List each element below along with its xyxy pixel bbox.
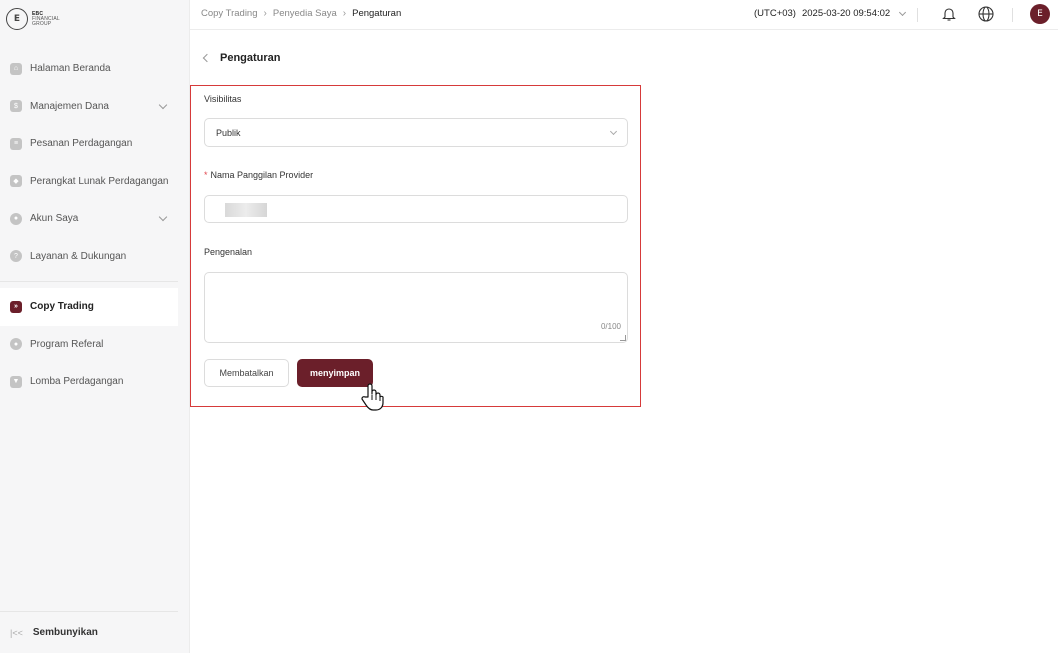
chevron-down-icon	[158, 100, 168, 109]
chevron-right-icon: ›	[263, 8, 267, 19]
sidebar-item-label: Copy Trading	[30, 301, 94, 313]
sidebar-item-fund-management[interactable]: $ Manajemen Dana	[0, 88, 178, 126]
visibility-select[interactable]: Publik	[204, 118, 628, 147]
home-icon: ⌂	[10, 62, 22, 75]
intro-textarea[interactable]: 0/100	[204, 272, 628, 343]
logo-mark: E	[6, 8, 28, 30]
sidebar-item-trading-software[interactable]: ◆ Perangkat Lunak Perdagangan	[0, 163, 178, 201]
sidebar: E EBC FINANCIAL GROUP ⌂ Halaman Beranda …	[0, 0, 190, 653]
chevron-down-icon	[158, 212, 168, 222]
copy-trading-icon: »	[10, 300, 22, 313]
sidebar-item-label: Manajemen Dana	[30, 100, 109, 112]
sidebar-item-label: Pesanan Perdagangan	[30, 138, 133, 150]
sidebar-item-home[interactable]: ⌂ Halaman Beranda	[0, 50, 178, 88]
software-icon: ◆	[10, 175, 22, 188]
sidebar-item-support[interactable]: ? Layanan & Dukungan	[0, 238, 178, 276]
bell-icon[interactable]	[942, 6, 956, 22]
chevron-down-icon	[899, 8, 907, 16]
visibility-value: Publik	[216, 128, 241, 138]
breadcrumb-current: Pengaturan	[352, 8, 402, 19]
help-icon: ?	[10, 250, 22, 263]
brand-logo[interactable]: E EBC FINANCIAL GROUP	[6, 8, 60, 30]
required-mark: *	[204, 170, 208, 180]
sidebar-item-referral[interactable]: ● Program Referal	[0, 326, 178, 364]
collapse-sidebar-button[interactable]: |<< Sembunyikan	[0, 611, 178, 653]
chevron-right-icon: ›	[342, 8, 347, 19]
hand-cursor-icon	[361, 383, 384, 411]
nickname-label: * Nama Panggilan Provider	[204, 170, 314, 180]
sidebar-item-trading-contest[interactable]: ▼ Lomba Perdagangan	[0, 363, 178, 401]
sidebar-item-label: Halaman Beranda	[30, 63, 111, 75]
redacted-value	[225, 203, 267, 217]
cancel-button[interactable]: Membatalkan	[204, 359, 289, 387]
sidebar-item-label: Perangkat Lunak Perdagangan	[30, 175, 169, 187]
globe-icon[interactable]	[978, 6, 994, 22]
sidebar-item-label: Program Referal	[30, 338, 104, 350]
header-divider	[1012, 8, 1013, 22]
avatar[interactable]: E	[1030, 4, 1050, 24]
breadcrumb-item[interactable]: Copy Trading	[201, 8, 258, 19]
page-title: Pengaturan	[202, 52, 281, 64]
current-datetime: 2025-03-20 09:54:02	[801, 8, 891, 19]
chevron-down-icon	[609, 127, 618, 136]
page-title-text: Pengaturan	[220, 52, 281, 64]
visibility-label: Visibilitas	[204, 94, 242, 104]
collapse-label: Sembunyikan	[32, 627, 98, 638]
trophy-icon: ▼	[10, 375, 22, 388]
char-counter: 0/100	[600, 322, 621, 331]
breadcrumb: Copy Trading › Penyedia Saya › Pengatura…	[201, 8, 401, 19]
resize-handle[interactable]	[620, 335, 626, 341]
sidebar-nav: ⌂ Halaman Beranda $ Manajemen Dana ≡ Pes…	[0, 50, 178, 401]
sidebar-item-label: Layanan & Dukungan	[30, 250, 127, 262]
header-divider	[917, 8, 918, 22]
logo-line-3: GROUP	[32, 20, 52, 27]
nickname-input[interactable]	[204, 195, 628, 223]
timezone-label: (UTC+03)	[754, 8, 796, 19]
sidebar-item-copy-trading[interactable]: » Copy Trading	[0, 288, 178, 326]
timezone-selector[interactable]: (UTC+03) 2025-03-20 09:54:02	[754, 8, 907, 19]
wallet-icon: $	[10, 100, 22, 113]
breadcrumb-item[interactable]: Penyedia Saya	[273, 8, 337, 19]
collapse-icon: |<<	[10, 627, 23, 638]
sidebar-item-label: Lomba Perdagangan	[30, 376, 124, 388]
intro-label: Pengenalan	[204, 247, 253, 257]
sidebar-divider	[0, 281, 178, 282]
orders-icon: ≡	[10, 137, 22, 150]
back-arrow-icon[interactable]	[202, 53, 212, 63]
sidebar-item-trade-orders[interactable]: ≡ Pesanan Perdagangan	[0, 125, 178, 163]
sidebar-item-label: Akun Saya	[30, 213, 79, 225]
top-header: Copy Trading › Penyedia Saya › Pengatura…	[190, 0, 1058, 30]
referral-icon: ●	[10, 338, 22, 351]
user-icon: ●	[10, 212, 22, 225]
sidebar-item-my-account[interactable]: ● Akun Saya	[0, 200, 178, 238]
settings-form: Visibilitas Publik * Nama Panggilan Provi…	[190, 85, 641, 407]
